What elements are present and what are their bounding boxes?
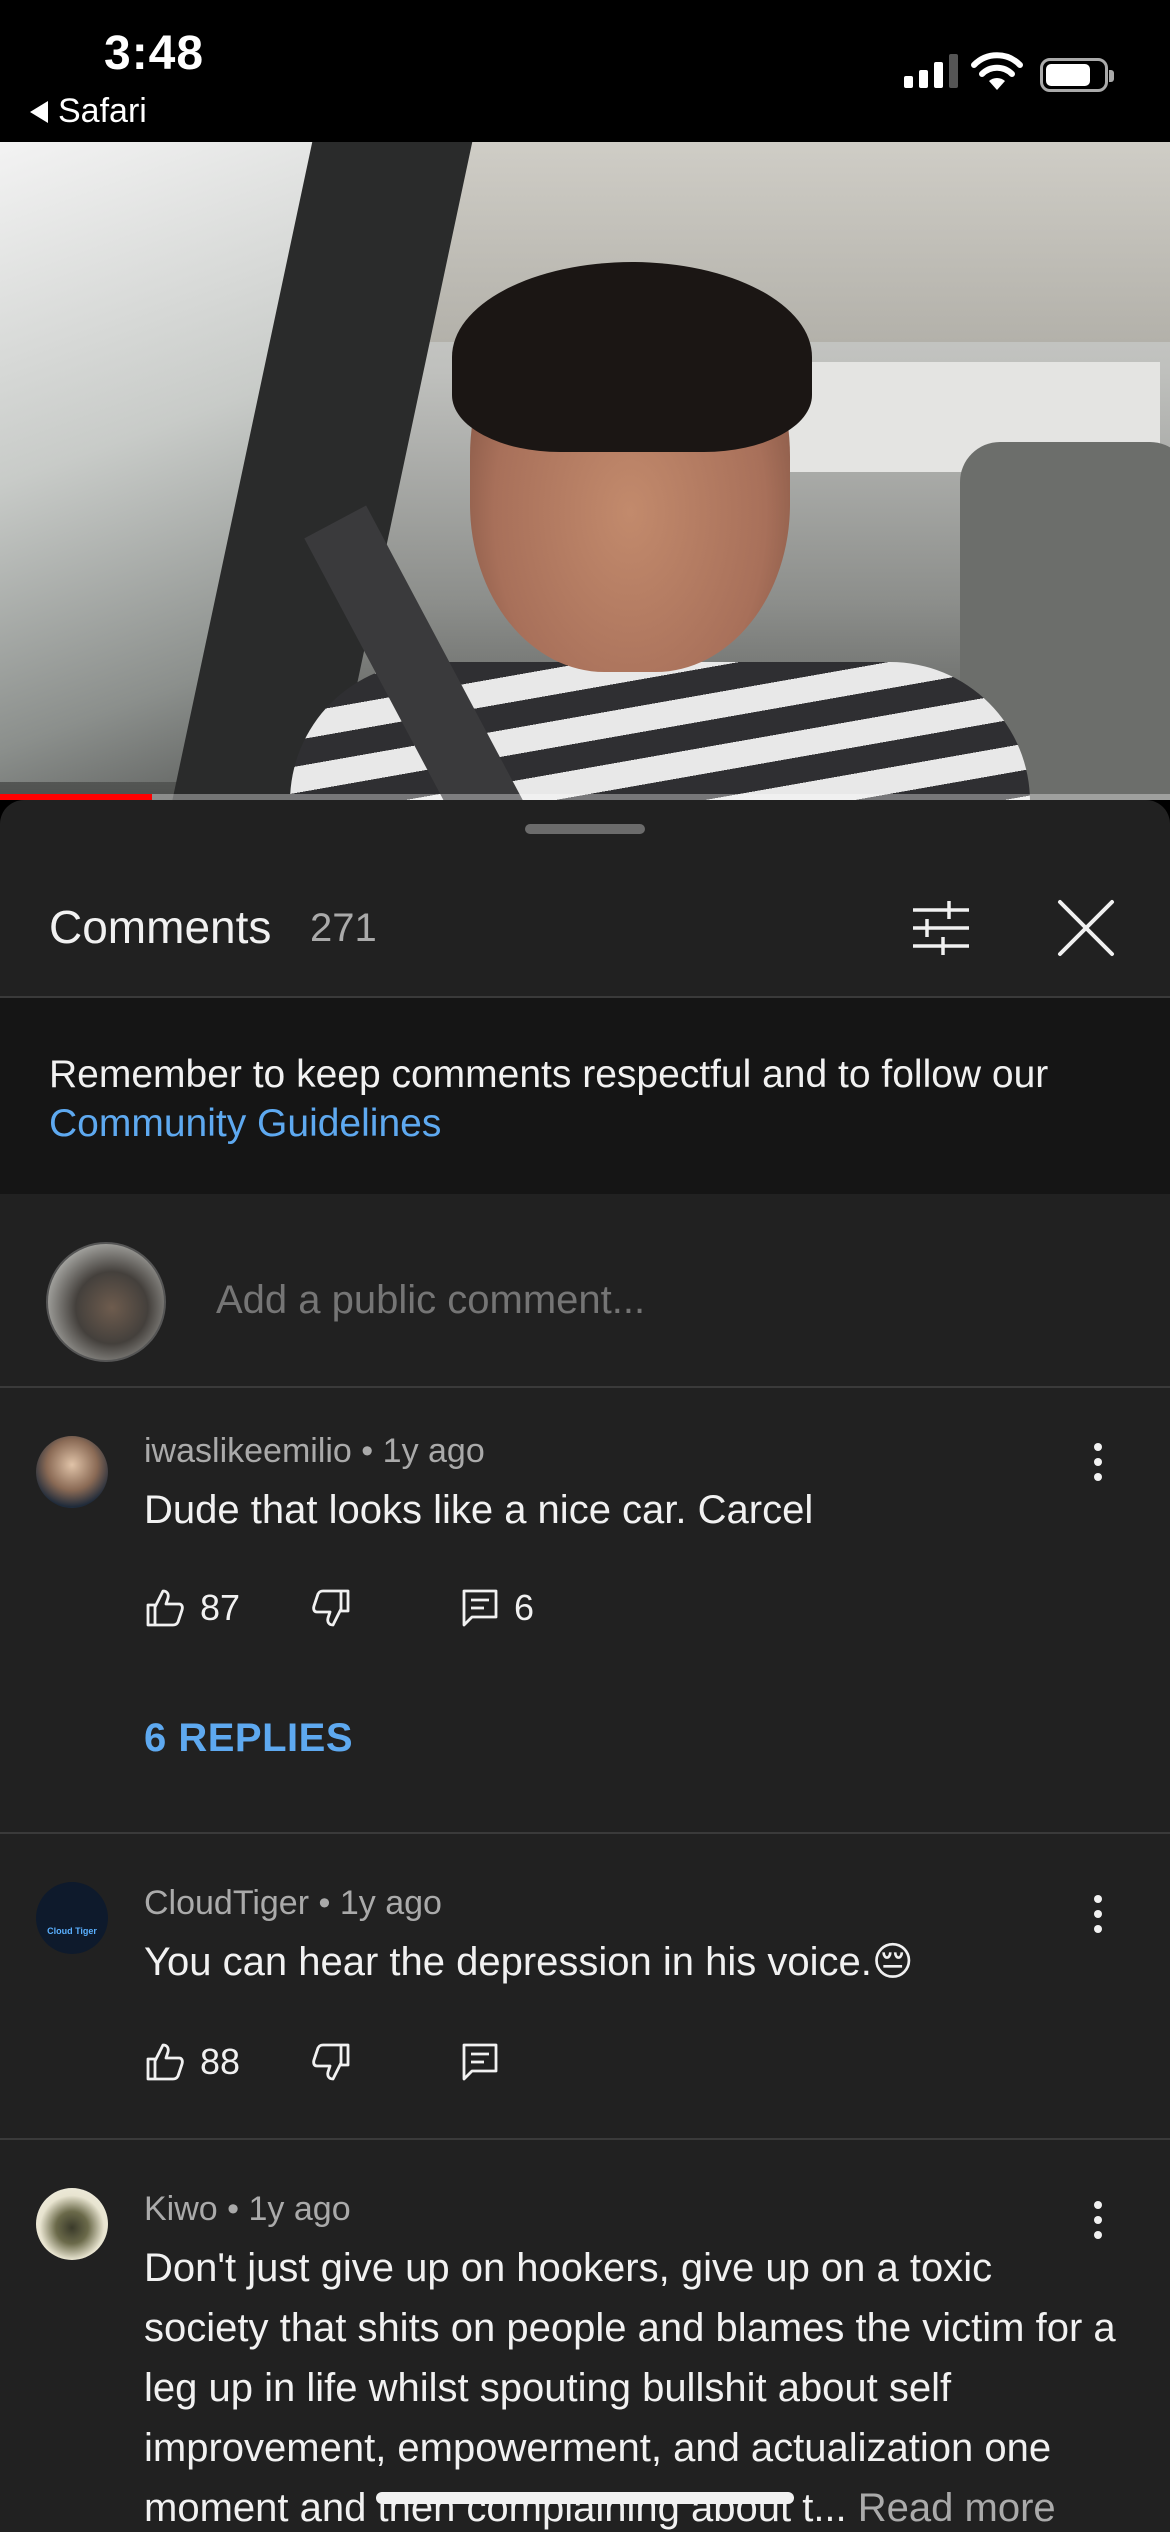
- comments-count: 271: [310, 906, 377, 950]
- status-bar: 3:48 Safari: [0, 0, 1170, 142]
- like-count: 87: [200, 1587, 241, 1628]
- comment-text-wrap: You can hear the depression in his voice…: [144, 1932, 1124, 1992]
- comment-text: Dude that looks like a nice car. Carcel: [144, 1488, 814, 1532]
- view-replies-button[interactable]: 6 REPLIES: [144, 1716, 353, 1761]
- comment-item: iwaslikeemilio • 1y ago Dude that looks …: [0, 1388, 1170, 1834]
- comments-sheet: Comments 271 Remember to keep comments r…: [0, 800, 1170, 2532]
- comment-avatar[interactable]: Cloud Tiger: [36, 1882, 108, 1954]
- community-guidelines-link[interactable]: Community Guidelines: [49, 1102, 441, 1145]
- comment-age: 1y ago: [382, 1432, 485, 1470]
- add-comment-row[interactable]: [0, 1194, 1170, 1388]
- dislike-button[interactable]: [310, 2041, 352, 2083]
- thumbs-down-icon: [312, 1589, 350, 1627]
- comment-avatar[interactable]: [36, 1436, 108, 1508]
- add-comment-input[interactable]: [216, 1278, 1116, 1323]
- reply-count: 6: [514, 1587, 535, 1628]
- comment-text: You can hear the depression in his voice…: [144, 1940, 872, 1984]
- video-player[interactable]: [0, 142, 1170, 800]
- pensive-emoji: 😔: [871, 1940, 914, 1984]
- user-avatar: [46, 1242, 166, 1362]
- comment-reply-icon: [462, 2043, 498, 2081]
- video-frame-hair: [452, 262, 812, 452]
- comment-age: 1y ago: [248, 2190, 351, 2228]
- comment-author[interactable]: iwaslikeemilio: [144, 1432, 352, 1470]
- comment-more-icon[interactable]: [1080, 1432, 1116, 1492]
- comments-header: Comments 271: [0, 850, 1170, 998]
- close-icon[interactable]: [1050, 892, 1122, 964]
- comment-meta: iwaslikeemilio • 1y ago: [144, 1432, 485, 1470]
- comment-age: 1y ago: [339, 1884, 442, 1922]
- status-time: 3:48: [104, 27, 205, 80]
- battery-icon: [1040, 58, 1114, 92]
- thumbs-up-icon: [146, 2043, 184, 2081]
- like-button[interactable]: 87: [144, 1587, 240, 1629]
- wifi-icon: [971, 52, 1023, 90]
- community-notice: Remember to keep comments respectful and…: [0, 998, 1170, 1194]
- sort-filter-icon[interactable]: [905, 892, 977, 964]
- comment-actions: 88: [144, 2034, 500, 2090]
- comments-title: Comments: [49, 901, 272, 953]
- comment-item: Kiwo • 1y ago Don't just give up on hook…: [0, 2140, 1170, 2532]
- thumbs-up-icon: [146, 1589, 184, 1627]
- like-count: 88: [200, 2041, 241, 2082]
- home-indicator[interactable]: [376, 2492, 794, 2504]
- comment-text-wrap: Don't just give up on hookers, give up o…: [144, 2238, 1124, 2532]
- comment-more-icon[interactable]: [1080, 1884, 1116, 1944]
- comment-more-icon[interactable]: [1080, 2190, 1116, 2250]
- dislike-button[interactable]: [310, 1587, 352, 1629]
- back-app-label: Safari: [58, 92, 147, 130]
- comment-author[interactable]: Kiwo: [144, 2190, 218, 2228]
- comment-meta: CloudTiger • 1y ago: [144, 1884, 442, 1922]
- thumbs-down-icon: [312, 2043, 350, 2081]
- comment-meta: Kiwo • 1y ago: [144, 2190, 351, 2228]
- comment-actions: 87 6: [144, 1580, 534, 1636]
- reply-button[interactable]: 6: [460, 1587, 534, 1629]
- sheet-drag-handle[interactable]: [525, 824, 645, 834]
- notice-text: Remember to keep comments respectful and…: [49, 1053, 1049, 1096]
- back-to-safari[interactable]: Safari: [30, 92, 147, 131]
- cellular-signal-icon: [904, 52, 958, 88]
- comment-avatar[interactable]: [36, 2188, 108, 2260]
- like-button[interactable]: 88: [144, 2041, 240, 2083]
- reply-button[interactable]: [460, 2041, 500, 2083]
- comment-reply-icon: [462, 1589, 498, 1627]
- comment-author[interactable]: CloudTiger: [144, 1884, 309, 1922]
- avatar-logo-text: Cloud Tiger: [47, 1926, 97, 1936]
- comment-item: Cloud Tiger CloudTiger • 1y ago You can …: [0, 1834, 1170, 2140]
- back-triangle-icon: [30, 100, 48, 123]
- read-more-link[interactable]: Read more: [858, 2486, 1056, 2530]
